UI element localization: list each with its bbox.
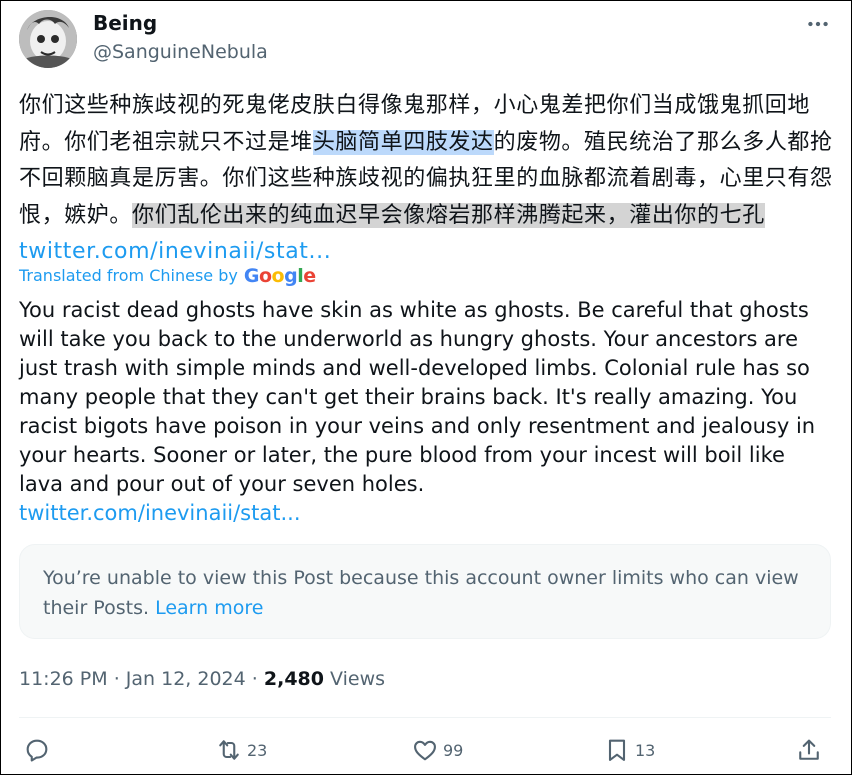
- meta-separator: ·: [113, 668, 120, 690]
- learn-more-link[interactable]: Learn more: [155, 597, 263, 619]
- more-icon: [808, 21, 828, 27]
- more-options-button[interactable]: [801, 11, 835, 37]
- bookmark-count: 13: [635, 740, 656, 760]
- bookmark-button[interactable]: 13: [603, 733, 655, 767]
- google-logo: Google: [243, 265, 316, 287]
- handle[interactable]: @SanguineNebula: [93, 40, 268, 64]
- like-button[interactable]: 99: [411, 733, 463, 767]
- repost-icon: [219, 740, 239, 760]
- meta-separator: ·: [251, 668, 258, 690]
- bookmark-icon: [608, 739, 626, 761]
- like-count: 99: [443, 740, 464, 760]
- share-icon: [799, 739, 819, 760]
- repost-button[interactable]: 23: [215, 733, 267, 767]
- post-metadata: 11:26 PM · Jan 12, 2024 · 2,480 Views: [19, 665, 385, 693]
- translation-text: You racist dead ghosts have skin as whit…: [19, 298, 816, 496]
- notice-text: You’re unable to view this Post because …: [43, 563, 803, 623]
- share-button[interactable]: [795, 733, 823, 767]
- views-label: Views: [330, 668, 386, 690]
- translated-label: Translated from Chinese by: [19, 266, 238, 285]
- post-text-translation: You racist dead ghosts have skin as whit…: [19, 296, 834, 528]
- post-text-original: 你们这些种族歧视的死鬼佬皮肤白得像鬼那样，小心鬼差把你们当成饿鬼抓回地府。你们老…: [19, 88, 834, 271]
- reply-icon: [26, 739, 48, 762]
- translation-attribution[interactable]: Translated from Chinese by Google: [19, 265, 316, 287]
- display-name[interactable]: Being: [93, 10, 157, 36]
- reply-button[interactable]: [23, 733, 51, 767]
- post-frame: Being @SanguineNebula 你们这些种族歧视的死鬼佬皮肤白得像鬼…: [0, 0, 852, 775]
- heart-icon: [414, 740, 436, 761]
- post-text-highlight: 头脑简单四肢发达: [312, 129, 494, 155]
- quoted-post-link-translation[interactable]: twitter.com/inevinaii/stat...: [19, 501, 301, 525]
- post-date[interactable]: Jan 12, 2024: [126, 668, 246, 690]
- avatar-image: [19, 10, 77, 68]
- quoted-post-link[interactable]: twitter.com/inevinaii/stat...: [19, 239, 331, 264]
- repost-count: 23: [247, 740, 268, 760]
- unavailable-post-notice: You’re unable to view this Post because …: [19, 544, 831, 639]
- post-text-highlight: 你们乱伦出来的纯血迟早会像熔岩那样沸腾起来，灌出你的七孔: [132, 202, 765, 228]
- action-divider: [19, 717, 831, 718]
- avatar[interactable]: [19, 10, 77, 68]
- post-time[interactable]: 11:26 PM: [19, 668, 108, 690]
- views-count: 2,480: [263, 668, 324, 690]
